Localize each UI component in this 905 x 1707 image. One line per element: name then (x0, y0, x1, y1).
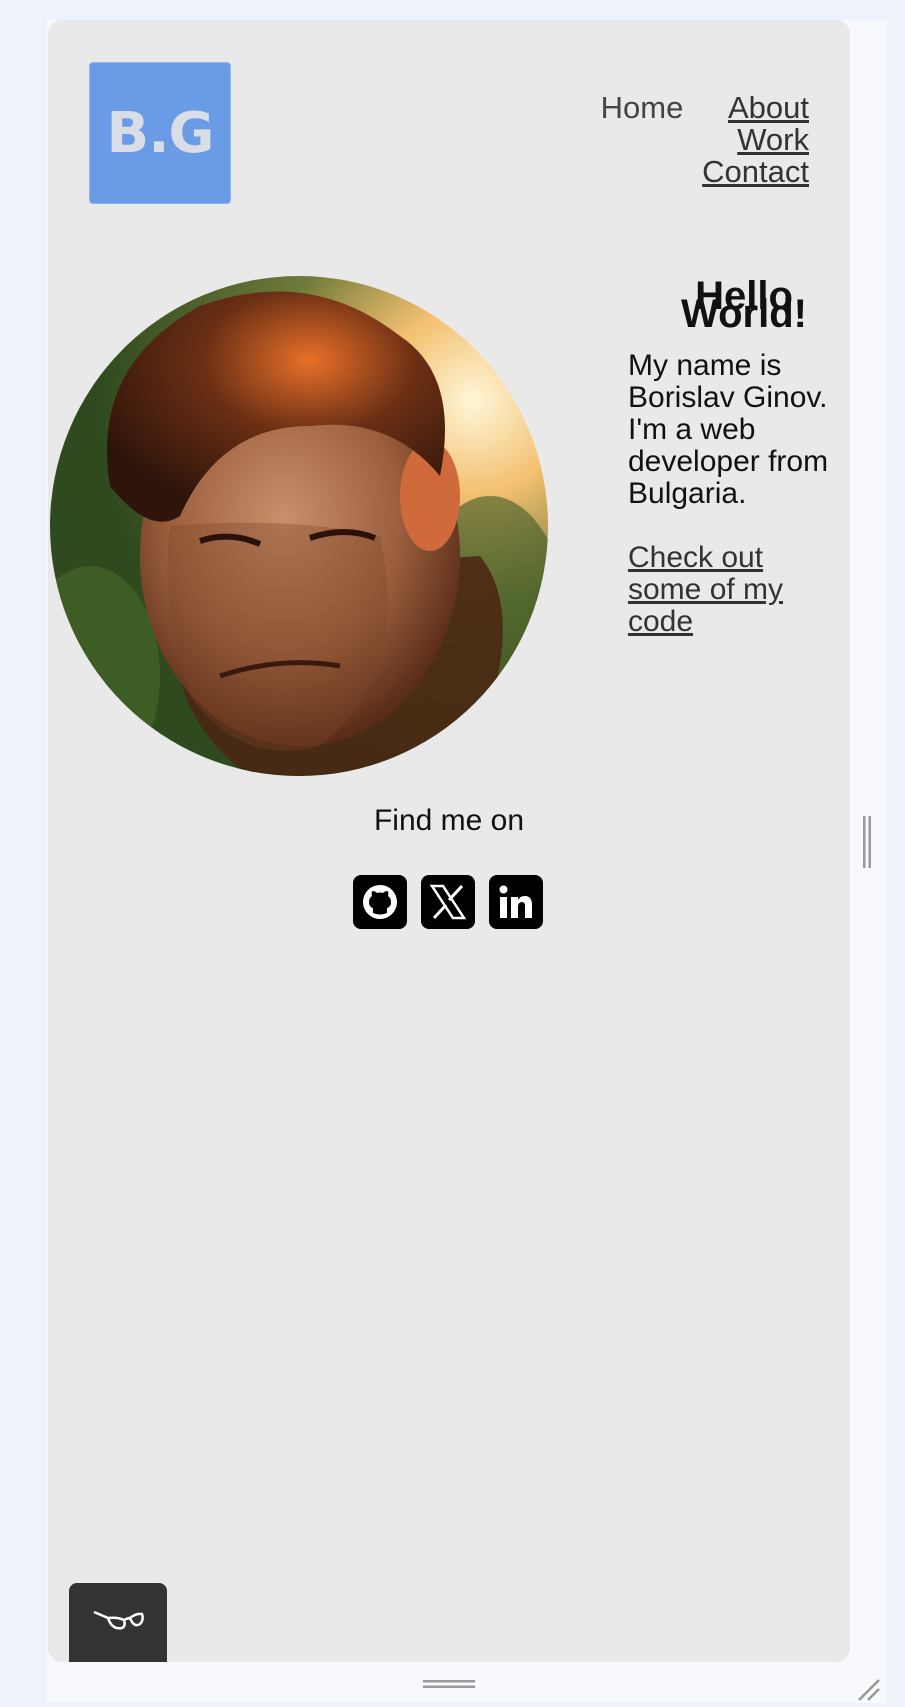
glasses-icon (92, 1606, 144, 1641)
nav-home-link[interactable]: Home (601, 90, 684, 125)
logo-text: B.G (106, 100, 215, 166)
find-me-heading: Find me on (373, 804, 525, 837)
nav-about-link[interactable]: About (728, 90, 809, 125)
github-icon[interactable] (353, 875, 407, 929)
accessibility-button[interactable] (69, 1583, 167, 1662)
x-icon[interactable] (421, 875, 475, 929)
page: B.G Home About Work Contact Hello World!… (48, 20, 850, 1662)
code-link[interactable]: Check out some of my code (628, 542, 818, 638)
social-links (353, 875, 543, 929)
nav-work-link[interactable]: Work (737, 122, 809, 157)
logo[interactable]: B.G (89, 62, 231, 204)
profile-photo (50, 276, 548, 776)
intro-text: My name is Borislav Ginov. I'm a web dev… (628, 349, 829, 510)
nav-contact-link[interactable]: Contact (702, 154, 809, 189)
side-drag-handle[interactable] (862, 816, 872, 868)
hero-heading: Hello World! (664, 276, 824, 336)
bottom-drag-handle[interactable] (423, 1677, 475, 1689)
hero-heading-line2: World! (681, 291, 807, 336)
linkedin-icon[interactable] (489, 875, 543, 929)
main-nav: Home About Work Contact (449, 92, 809, 188)
resize-corner-icon[interactable] (855, 1676, 881, 1702)
